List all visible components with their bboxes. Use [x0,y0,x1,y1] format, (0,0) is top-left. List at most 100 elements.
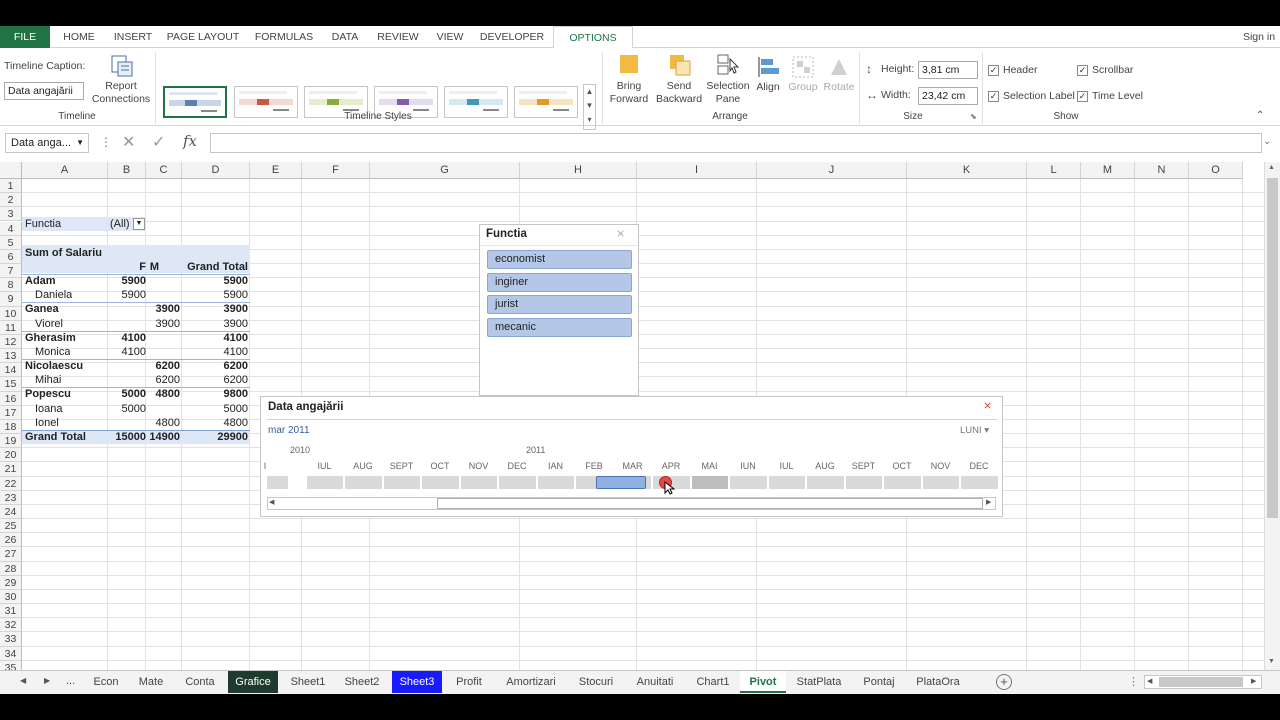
tab-home[interactable]: HOME [56,26,102,48]
enter-icon[interactable]: ✓ [152,132,165,152]
row-header-33[interactable]: 33 [0,632,22,647]
row-header-27[interactable]: 27 [0,547,22,562]
row-header-30[interactable]: 30 [0,589,22,605]
row-header-25[interactable]: 25 [0,519,22,534]
row-header-17[interactable]: 17 [0,405,22,420]
expand-formula-bar-icon[interactable]: ⌄ [1263,136,1271,147]
timeline-style-2[interactable] [234,86,298,118]
sheet-tab-pontaj[interactable]: Pontaj [854,671,904,693]
selection-label-checkbox[interactable]: ✓ [988,91,999,102]
timeline-month-bar[interactable] [383,476,420,489]
tab-page-layout[interactable]: PAGE LAYOUT [164,26,242,48]
timeline-month-bar[interactable] [345,476,382,489]
timeline-clear-filter-icon[interactable]: ⨯ [983,399,992,412]
row-header-18[interactable]: 18 [0,419,22,435]
vertical-scroll-thumb[interactable] [1267,178,1278,518]
tab-developer[interactable]: DEVELOPER [478,26,546,48]
column-header-m[interactable]: M [1081,162,1135,179]
selection-pane-button[interactable]: Selection Pane [704,80,752,106]
row-header-23[interactable]: 23 [0,490,22,505]
timeline-month-bar[interactable] [306,476,343,489]
sheet-tab-pivot[interactable]: Pivot [740,671,786,693]
timeline-level-dropdown[interactable]: LUNI ▾ [960,425,989,436]
timeline-scroll-thumb[interactable] [437,498,983,509]
tab-formulas[interactable]: FORMULAS [250,26,318,48]
row-header-20[interactable]: 20 [0,448,22,463]
row-header-3[interactable]: 3 [0,207,22,222]
row-header-6[interactable]: 6 [0,249,22,264]
row-header-13[interactable]: 13 [0,349,22,364]
bring-forward-button[interactable]: Bring Forward [604,80,654,106]
timeline-data-angajarii[interactable]: Data angajării ⨯ mar 2011 LUNI ▾ 2010 20… [260,396,1003,517]
timeline-month-bar[interactable] [922,476,959,489]
column-header-b[interactable]: B [108,162,146,179]
row-header-24[interactable]: 24 [0,504,22,520]
report-connections-button[interactable]: Report Connections [90,80,152,106]
slicer-item-mecanic[interactable]: mecanic [487,318,632,337]
tab-split-handle-icon[interactable]: ⋮ [1128,675,1139,688]
column-header-j[interactable]: J [757,162,907,179]
styles-scroll-icon[interactable]: ▲ ▼ ▾ [583,84,596,130]
send-backward-button[interactable]: Send Backward [652,80,706,106]
timeline-month-bar[interactable] [884,476,921,489]
sheet-tab-grafice[interactable]: Grafice [228,671,278,693]
column-header-a[interactable]: A [22,162,108,179]
sheet-tab-anuitati[interactable]: Anuitati [628,671,682,693]
row-header-29[interactable]: 29 [0,575,22,590]
timeline-month-bar[interactable] [422,476,459,489]
tab-view[interactable]: VIEW [432,26,468,48]
sheet-tab-chart1[interactable]: Chart1 [690,671,736,693]
slicer-item-jurist[interactable]: jurist [487,295,632,314]
collapse-ribbon-icon[interactable]: ⌃ [1256,110,1264,121]
slicer-item-economist[interactable]: economist [487,250,632,269]
height-input[interactable]: 3,81 cm [918,61,978,79]
sheet-tab-sheet2[interactable]: Sheet2 [338,671,386,693]
next-sheet-icon[interactable]: ▶ [44,676,50,685]
horizontal-scroll-thumb[interactable] [1159,677,1243,687]
timeline-caption-input[interactable]: Data angajării [4,82,84,100]
header-checkbox[interactable]: ✓ [988,65,999,76]
sheet-tab-conta[interactable]: Conta [178,671,222,693]
row-header-4[interactable]: 4 [0,221,22,236]
sheet-tab-amortizari[interactable]: Amortizari [498,671,564,693]
sign-in-link[interactable]: Sign in [1240,26,1278,48]
row-header-31[interactable]: 31 [0,604,22,619]
column-header-g[interactable]: G [370,162,520,179]
row-header-10[interactable]: 10 [0,306,22,321]
worksheet-grid[interactable]: ABCDEFGHIJKLMNO 1 2 3 4 5 6 7 8 9 10 11 12 13 14 15 16 1… [0,162,1264,670]
width-input[interactable]: 23,42 cm [918,87,978,105]
timeline-scroll-left-icon[interactable]: ◀ [269,498,274,506]
slicer-clear-filter-icon[interactable]: ⨯ [616,227,625,240]
timeline-style-1[interactable] [163,86,227,118]
sheet-tab-plataora[interactable]: PlataOra [910,671,966,693]
timeline-month-bar[interactable] [499,476,536,489]
row-header-28[interactable]: 28 [0,561,22,576]
timeline-month-bar[interactable] [537,476,574,489]
sheet-tab-sheet1[interactable]: Sheet1 [284,671,332,693]
row-header-9[interactable]: 9 [0,292,22,307]
row-header-11[interactable]: 11 [0,320,22,335]
sheet-tab-stocuri[interactable]: Stocuri [570,671,622,693]
row-header-8[interactable]: 8 [0,278,22,293]
group-button[interactable]: Group [786,81,820,94]
timeline-month-bar[interactable] [768,476,805,489]
tab-data[interactable]: DATA [326,26,364,48]
timeline-month-bar[interactable] [807,476,844,489]
timeline-month-bar[interactable] [691,476,728,489]
timeline-style-6[interactable] [514,86,578,118]
tab-review[interactable]: REVIEW [374,26,422,48]
tab-insert[interactable]: INSERT [110,26,156,48]
formula-input[interactable] [210,133,1262,153]
insert-function-icon[interactable]: fx [183,132,197,150]
column-header-n[interactable]: N [1135,162,1189,179]
row-header-5[interactable]: 5 [0,235,22,250]
row-header-26[interactable]: 26 [0,533,22,548]
slicer-functia[interactable]: Functia ⨯ economist inginer jurist mecan… [479,224,639,396]
column-header-h[interactable]: H [520,162,637,179]
row-header-15[interactable]: 15 [0,377,22,392]
column-header-l[interactable]: L [1027,162,1081,179]
sheet-tab-sheet3[interactable]: Sheet3 [392,671,442,693]
row-header-1[interactable]: 1 [0,179,22,194]
size-dialog-launcher-icon[interactable]: ⬊ [970,112,977,121]
column-header-c[interactable]: C [146,162,182,179]
